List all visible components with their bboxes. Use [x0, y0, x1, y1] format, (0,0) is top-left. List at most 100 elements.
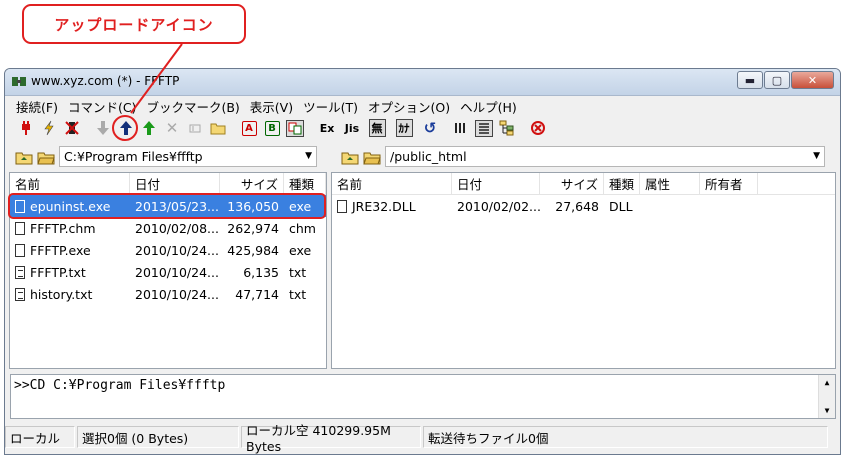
delete-button[interactable]: ✕: [161, 117, 183, 139]
file-type: chm: [289, 220, 316, 236]
local-path-input[interactable]: C:¥Program Files¥ffftp ▼: [59, 146, 317, 167]
no-kanji-icon: 無: [368, 119, 386, 137]
scroll-up-icon[interactable]: ▲: [825, 378, 830, 387]
status-queue: 転送待ちファイル0個: [423, 426, 828, 448]
file-size: 6,135: [243, 264, 279, 280]
column-attributes[interactable]: 属性: [640, 173, 700, 194]
auto-mode-button[interactable]: [284, 117, 306, 139]
remote-path-input[interactable]: /public_html ▼: [385, 146, 825, 167]
open-folder-icon[interactable]: [37, 149, 55, 165]
menu-bookmark[interactable]: ブックマーク(B): [141, 97, 244, 116]
column-date[interactable]: 日付: [130, 173, 220, 194]
remote-file-list[interactable]: 名前 日付 サイズ 種類 属性 所有者 JRE32.DLL 2010/02/02…: [331, 172, 836, 369]
log-text: >>CD C:¥Program Files¥ffftp: [14, 378, 226, 393]
jis-kanji-button[interactable]: Jis: [340, 117, 364, 139]
command-log[interactable]: >>CD C:¥Program Files¥ffftp ▲ ▼: [10, 374, 836, 419]
upload-highlight-circle: [112, 115, 138, 141]
quick-connect-button[interactable]: [38, 117, 60, 139]
menu-options[interactable]: オプション(O): [363, 97, 455, 116]
maximize-button[interactable]: ▢: [764, 71, 790, 89]
stop-button[interactable]: [527, 117, 549, 139]
binary-mode-button[interactable]: B: [261, 117, 283, 139]
menu-tools[interactable]: ツール(T): [298, 97, 363, 116]
make-folder-button[interactable]: [207, 117, 229, 139]
document-icon: [15, 221, 25, 235]
mirror-upload-button[interactable]: [138, 117, 160, 139]
menu-help[interactable]: ヘルプ(H): [455, 97, 522, 116]
title-bar[interactable]: www.xyz.com (*) - FFFTP ▬ ▢ ✕: [5, 69, 840, 96]
download-arrow-icon: [97, 121, 109, 135]
column-name[interactable]: 名前: [10, 173, 130, 194]
column-size[interactable]: サイズ: [220, 173, 284, 194]
local-file-row[interactable]: history.txt 2010/10/24... 47,714 txt: [10, 283, 326, 305]
file-size: 425,984: [227, 242, 279, 258]
remote-path-text: /public_html: [390, 149, 467, 164]
auto-mode-icon: [286, 119, 304, 137]
menu-command[interactable]: コマンド(C): [63, 97, 141, 116]
status-local: ローカル: [5, 426, 75, 448]
plug-icon: [22, 121, 30, 135]
file-name: FFFTP.chm: [30, 220, 96, 236]
no-kanji-button[interactable]: 無: [365, 117, 389, 139]
detail-view-button[interactable]: [473, 117, 495, 139]
disconnect-button[interactable]: [61, 117, 83, 139]
minimize-button[interactable]: ▬: [737, 71, 763, 89]
status-bar: ローカル 選択0個 (0 Bytes) ローカル空 410299.95M Byt…: [5, 423, 840, 454]
local-path-bar: C:¥Program Files¥ffftp ▼: [15, 144, 317, 169]
ffftp-app-icon: [12, 77, 26, 86]
refresh-button[interactable]: ↺: [419, 117, 441, 139]
column-date[interactable]: 日付: [452, 173, 540, 194]
column-owner[interactable]: 所有者: [700, 173, 758, 194]
file-date: 2010/10/24...: [135, 264, 219, 280]
download-button[interactable]: [92, 117, 114, 139]
chevron-down-icon[interactable]: ▼: [813, 151, 820, 161]
parent-folder-icon[interactable]: [15, 149, 33, 165]
binary-mode-icon: B: [264, 120, 280, 136]
file-name: FFFTP.txt: [30, 264, 86, 280]
parent-folder-icon[interactable]: [341, 149, 359, 165]
close-button[interactable]: ✕: [791, 71, 834, 89]
chevron-down-icon[interactable]: ▼: [305, 151, 312, 161]
file-type: txt: [289, 286, 307, 302]
list-view-button[interactable]: [450, 117, 472, 139]
refresh-icon: ↺: [423, 119, 437, 137]
upload-icon-callout: アップロードアイコン: [22, 4, 246, 44]
file-size: 27,648: [555, 198, 599, 214]
local-file-row[interactable]: FFFTP.exe 2010/10/24... 425,984 exe: [10, 239, 326, 261]
local-file-row[interactable]: FFFTP.txt 2010/10/24... 6,135 txt: [10, 261, 326, 283]
local-list-header: 名前 日付 サイズ 種類: [10, 173, 326, 195]
file-type: exe: [289, 242, 312, 258]
remote-list-header: 名前 日付 サイズ 種類 属性 所有者: [332, 173, 835, 195]
local-file-row[interactable]: FFFTP.chm 2010/02/08... 262,974 chm: [10, 217, 326, 239]
exe-kanji-icon: Ex: [319, 121, 335, 135]
ascii-mode-button[interactable]: A: [238, 117, 260, 139]
tree-view-button[interactable]: [496, 117, 518, 139]
file-date: 2010/02/08...: [135, 220, 219, 236]
open-folder-icon[interactable]: [363, 149, 381, 165]
delete-x-icon: ✕: [165, 119, 179, 137]
lightning-icon: [44, 120, 54, 136]
connect-button[interactable]: [15, 117, 37, 139]
status-free-space: ローカル空 410299.95M Bytes: [241, 423, 421, 454]
exe-kanji-button[interactable]: Ex: [315, 117, 339, 139]
text-file-icon: [15, 287, 25, 301]
list-view-icon: [455, 123, 465, 133]
column-type[interactable]: 種類: [604, 173, 640, 194]
rename-button[interactable]: [184, 117, 206, 139]
menu-view[interactable]: 表示(V): [245, 97, 298, 116]
menu-connect[interactable]: 接続(F): [11, 97, 63, 116]
file-date: 2010/10/24...: [135, 286, 219, 302]
remote-file-row[interactable]: JRE32.DLL 2010/02/02... 27,648 DLL: [332, 195, 835, 217]
column-type[interactable]: 種類: [284, 173, 326, 194]
column-name[interactable]: 名前: [332, 173, 452, 194]
log-scrollbar[interactable]: ▲ ▼: [818, 375, 835, 418]
folder-icon: [210, 123, 226, 135]
minimize-icon: ▬: [744, 73, 756, 87]
column-size[interactable]: サイズ: [540, 173, 604, 194]
document-icon: [337, 199, 347, 213]
stop-icon: [531, 121, 545, 135]
green-up-arrow-icon: [143, 121, 155, 135]
kana-button[interactable]: ｶﾅ: [390, 117, 418, 139]
file-type: DLL: [609, 198, 633, 214]
scroll-down-icon[interactable]: ▼: [825, 406, 830, 415]
